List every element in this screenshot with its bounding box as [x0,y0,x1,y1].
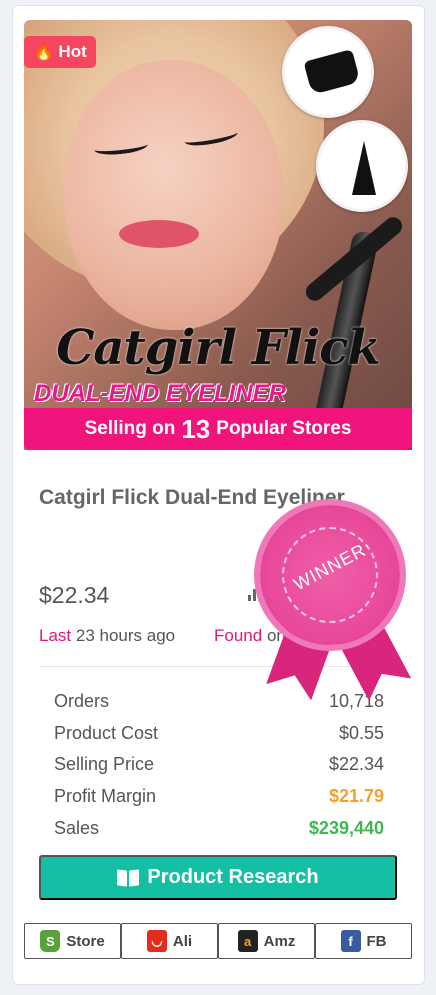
stat-label: Orders [54,691,110,712]
promo-subtitle: DUAL-END EYELINER [34,380,287,407]
book-open-icon [117,870,139,886]
stat-label: Sales [54,817,100,838]
stamp-tip-circle [282,26,374,118]
product-research-button[interactable]: Product Research [39,855,397,900]
product-research-label: Product Research [147,866,319,888]
aliexpress-icon: ◡ [146,930,167,952]
hot-badge-label: Hot [58,42,87,61]
lips-shape [119,220,199,248]
last-label: Last [39,626,72,645]
stat-label: Selling Price [54,754,155,775]
shopify-icon: S [40,930,61,952]
store-link-label: Store [66,932,105,950]
store-count: 13 [181,413,211,444]
ali-link-button[interactable]: ◡ Ali [121,923,218,959]
stat-sales: Sales $239,440 [54,812,384,844]
winner-ribbon: WINNER [250,505,420,695]
product-price: $22.34 [39,582,110,608]
hot-badge: 🔥 Hot [24,36,96,68]
stat-value: $22.34 [328,754,384,775]
promo-title: Catgirl Flick [56,320,381,376]
winner-rosette: WINNER [260,505,400,645]
amazon-icon: a [237,930,258,952]
store-link-button[interactable]: S Store [24,923,121,959]
last-updated: Last 23 hours ago [39,626,175,646]
banner-prefix: Selling on [84,418,176,439]
product-image[interactable]: Catgirl Flick DUAL-END EYELINER [24,20,412,450]
facebook-link-label: FB [366,932,387,950]
stat-product-cost: Product Cost $0.55 [54,718,384,750]
stat-selling-price: Selling Price $22.34 [54,749,384,781]
flame-icon: 🔥 [33,42,55,61]
stat-value: $239,440 [308,817,384,838]
selling-stores-banner: Selling on 13 Popular Stores [24,408,412,450]
pen-tip-circle [316,120,408,212]
stat-value: $0.55 [338,722,384,743]
stat-label: Product Cost [54,722,159,743]
ali-link-label: Ali [172,932,193,950]
stats-list: Orders 10,718 Product Cost $0.55 Selling… [54,686,384,844]
facebook-icon: f [340,930,361,952]
store-links: S Store ◡ Ali a Amz f FB [24,923,412,959]
stat-label: Profit Margin [54,786,157,807]
amazon-link-button[interactable]: a Amz [218,923,315,959]
amazon-link-label: Amz [263,932,296,950]
stat-value: $21.79 [328,786,384,807]
last-value: 23 hours ago [75,626,176,645]
face-shape [64,60,284,330]
stat-profit-margin: Profit Margin $21.79 [54,781,384,813]
facebook-link-button[interactable]: f FB [315,923,412,959]
banner-suffix: Popular Stores [216,418,352,439]
